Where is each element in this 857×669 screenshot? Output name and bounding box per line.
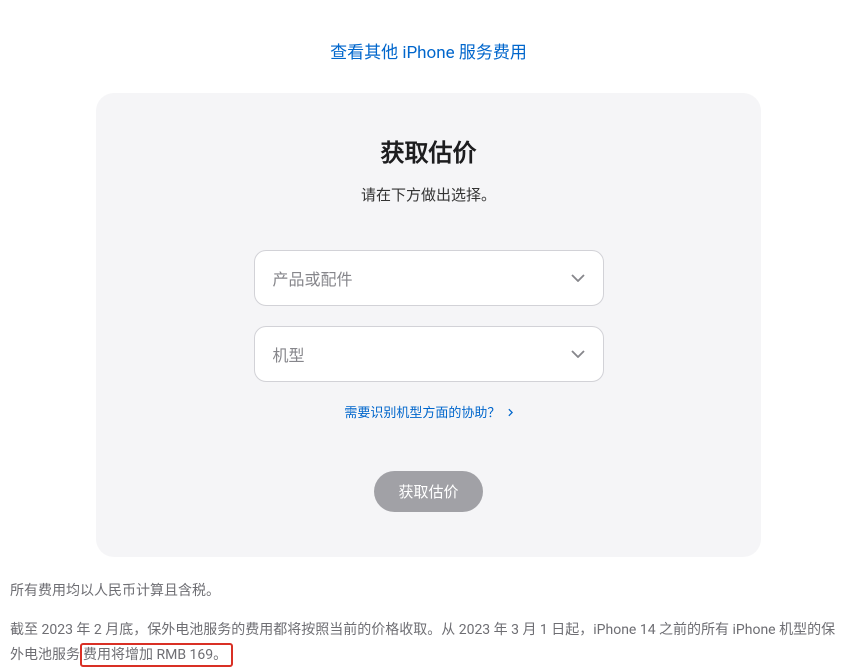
get-estimate-button[interactable]: 获取估价 xyxy=(374,471,482,512)
help-link-text: 需要识别机型方面的协助？ xyxy=(344,406,500,421)
estimate-card: 获取估价 请在下方做出选择。 产品或配件 机型 需要识别机型方面的协助？ xyxy=(96,93,761,557)
chevron-down-icon xyxy=(571,350,585,358)
price-increase-highlight: 费用将增加 RMB 169。 xyxy=(80,643,233,667)
model-select[interactable]: 机型 xyxy=(254,326,604,382)
top-link-container: 查看其他 iPhone 服务费用 xyxy=(0,0,857,93)
model-select-wrapper: 机型 xyxy=(254,326,604,382)
help-link-container: 需要识别机型方面的协助？ xyxy=(146,402,711,421)
identify-model-help-link[interactable]: 需要识别机型方面的协助？ xyxy=(344,406,512,421)
card-subtitle: 请在下方做出选择。 xyxy=(146,184,711,205)
product-select-placeholder: 产品或配件 xyxy=(273,266,353,290)
product-select-wrapper: 产品或配件 xyxy=(254,250,604,306)
chevron-right-icon xyxy=(508,406,513,421)
chevron-down-icon xyxy=(571,274,585,282)
footer-text: 所有费用均以人民币计算且含税。 截至 2023 年 2 月底，保外电池服务的费用… xyxy=(0,557,857,669)
card-title: 获取估价 xyxy=(146,133,711,168)
product-select[interactable]: 产品或配件 xyxy=(254,250,604,306)
model-select-placeholder: 机型 xyxy=(273,342,305,366)
footer-line-2: 截至 2023 年 2 月底，保外电池服务的费用都将按照当前的价格收取。从 20… xyxy=(10,618,847,668)
other-iphone-services-link[interactable]: 查看其他 iPhone 服务费用 xyxy=(330,43,527,63)
footer-line-1: 所有费用均以人民币计算且含税。 xyxy=(10,579,847,604)
